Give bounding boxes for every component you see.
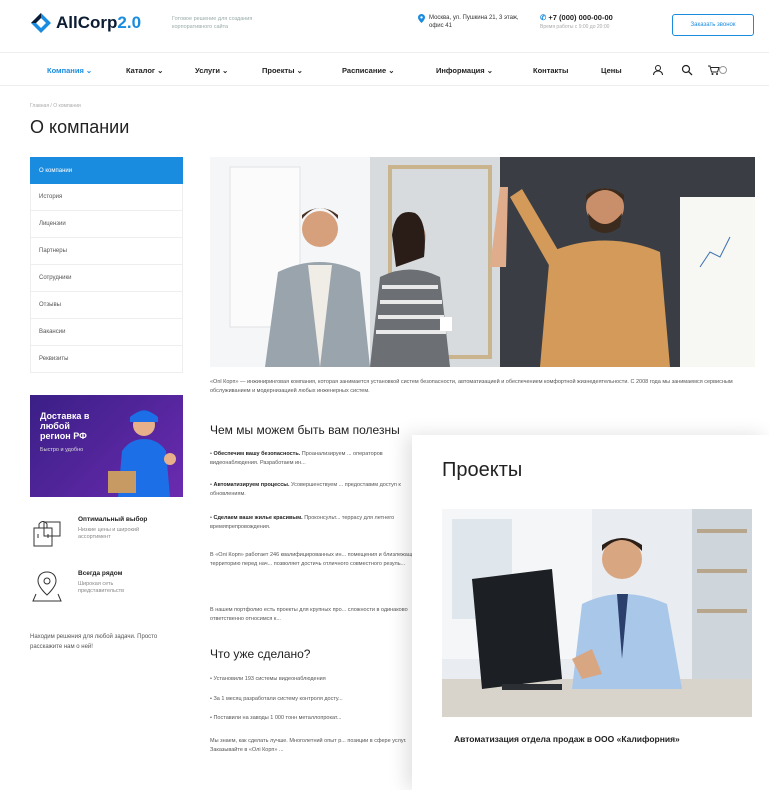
- feature-optimal-choice: Оптимальный выбор Низкие цены и широкий …: [30, 514, 183, 554]
- logo[interactable]: AllCorp2.0: [30, 12, 141, 34]
- promo-subtitle: Быстро и удобно: [40, 447, 84, 453]
- bullet-item: • Сделаем ваше жилье красивым. Проконсул…: [210, 515, 395, 530]
- project-image[interactable]: [442, 509, 752, 717]
- sidebar-item-requisites[interactable]: Реквизиты: [30, 346, 183, 373]
- courier-image: [108, 410, 176, 497]
- list-item: • Поставили на заводы 1 000 тонн металло…: [210, 715, 342, 721]
- bullet-item: • Обеспечим вашу безопасность. Проанализ…: [210, 451, 383, 466]
- project-caption[interactable]: Автоматизация отдела продаж в ООО «Калиф…: [454, 733, 714, 745]
- feature-text: Низкие цены и широкий ассортимент: [78, 527, 140, 540]
- nav-projects[interactable]: Проекты ⌄: [262, 66, 303, 75]
- phone-number: +7 (000) 000-00-00: [548, 13, 613, 22]
- paragraph: В «Олі Корп» работает 246 квалифицирован…: [210, 552, 420, 567]
- team-hero-image: [210, 157, 755, 367]
- search-icon[interactable]: [681, 64, 693, 76]
- section-heading-done: Что уже сделано?: [210, 647, 311, 661]
- callback-button[interactable]: Заказать звонок: [672, 14, 754, 36]
- nav-schedule[interactable]: Расписание ⌄: [342, 66, 395, 75]
- promo-title: Доставка в любой регион РФ: [40, 411, 90, 441]
- work-hours: Время работы с 9:00 до 20:00: [540, 24, 610, 30]
- nav-contacts[interactable]: Контакты: [533, 66, 568, 75]
- sidebar-item-partners[interactable]: Партнеры: [30, 238, 183, 265]
- sidebar-note: Находим решения для любой задачи. Просто…: [30, 634, 158, 650]
- delivery-promo-banner[interactable]: Доставка в любой регион РФ Быстро и удоб…: [30, 395, 183, 497]
- phone-icon: ✆: [540, 13, 547, 22]
- sidebar-item-licenses[interactable]: Лицензии: [30, 211, 183, 238]
- sidebar-item-vacancies[interactable]: Вакансии: [30, 319, 183, 346]
- nav-prices[interactable]: Цены: [601, 66, 622, 75]
- main-nav: Компания ⌄ Каталог ⌄ Услуги ⌄ Проекты ⌄ …: [0, 52, 769, 86]
- hero-photo: [210, 157, 755, 367]
- nav-services[interactable]: Услуги ⌄: [195, 66, 228, 75]
- address-text: Москва, ул. Пушкина 21, 3 этаж, офис 41: [429, 15, 519, 29]
- sidebar-item-staff[interactable]: Сотрудники: [30, 265, 183, 292]
- nav-info[interactable]: Информация ⌄: [436, 66, 493, 75]
- shopping-bags-icon: [33, 521, 61, 547]
- intro-text: «Оnl Корп» — инжиниринговая компания, ко…: [210, 379, 733, 394]
- logo-text: AllCorp2.0: [56, 13, 142, 32]
- projects-card[interactable]: Проекты Автоматизация отдела продаж в ОО…: [412, 435, 769, 790]
- nav-company[interactable]: Компания ⌄: [47, 66, 92, 75]
- section-heading-useful: Чем мы можем быть вам полезны: [210, 423, 400, 437]
- tagline: Готовое решение для создания корпоративн…: [172, 16, 253, 30]
- sidebar-item-reviews[interactable]: Отзывы: [30, 292, 183, 319]
- phone[interactable]: ✆ +7 (000) 000-00-00 Время работы с 9:00…: [540, 13, 613, 30]
- feature-always-near: Всегда рядом Широкая сеть представительс…: [30, 568, 183, 608]
- office-photo: [442, 509, 752, 717]
- logo-diamond-icon: [31, 13, 51, 33]
- list-item: • Установили 193 системы видеонаблюдения: [210, 676, 326, 682]
- sidebar-item-about[interactable]: О компании: [30, 157, 183, 184]
- bullet-item: • Автоматизируем процессы. Усовершенству…: [210, 482, 401, 497]
- list-item: • За 1 месяц разработали систему контрол…: [210, 696, 343, 702]
- user-icon[interactable]: [652, 64, 664, 76]
- map-pin-icon: [32, 571, 62, 602]
- cart-icon[interactable]: [707, 64, 727, 76]
- page-title: О компании: [30, 117, 130, 137]
- nav-catalog[interactable]: Каталог ⌄: [126, 66, 163, 75]
- address: Москва, ул. Пушкина 21, 3 этаж, офис 41: [418, 14, 519, 30]
- sidebar-menu: О компании История Лицензии Партнеры Сот…: [30, 157, 183, 373]
- feature-title: Всегда рядом: [78, 570, 123, 577]
- feature-text: Широкая сеть представительств: [78, 581, 125, 594]
- location-icon: [418, 14, 425, 23]
- site-header: AllCorp2.0 Готовое решение для создания …: [0, 0, 769, 52]
- feature-title: Оптимальный выбор: [78, 516, 148, 523]
- projects-title: Проекты: [442, 459, 523, 481]
- paragraph: Мы знаем, как сделать лучше. Многолетний…: [210, 738, 407, 753]
- sidebar-item-history[interactable]: История: [30, 184, 183, 211]
- paragraph: В нашем портфолио есть проекты для крупн…: [210, 607, 408, 622]
- breadcrumb[interactable]: Главная / О компании: [30, 103, 81, 109]
